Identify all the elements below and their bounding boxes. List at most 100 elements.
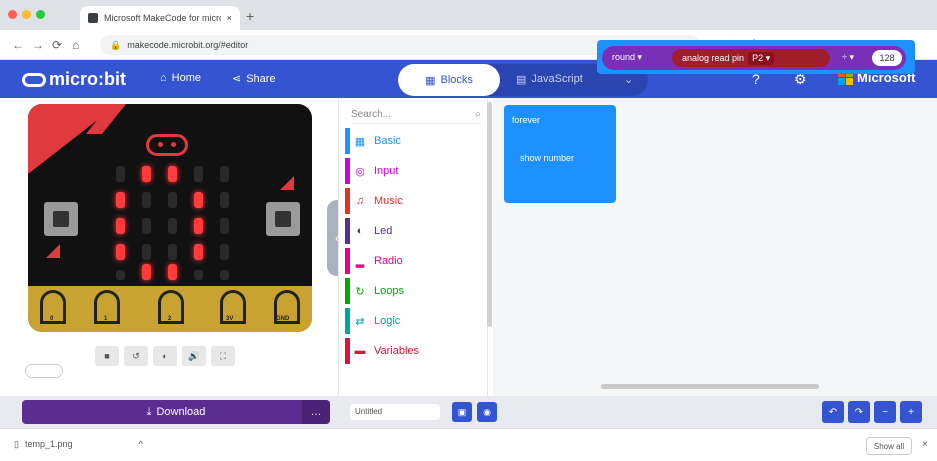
touch-logo-pad[interactable] — [146, 134, 188, 156]
share-label: Share — [246, 72, 276, 85]
language-dropdown-icon[interactable]: ⌄ — [624, 73, 633, 86]
download-button[interactable]: ⤓ Download … — [22, 400, 330, 424]
zoom-in-button[interactable]: + — [900, 401, 922, 423]
pin-label: 1 — [104, 316, 108, 322]
show-all-button[interactable]: Show all — [866, 437, 912, 455]
analog-read-block[interactable]: analog read pin P2 ▾ — [672, 49, 830, 67]
fullscreen-button[interactable]: ⛶ — [211, 346, 235, 366]
simulator-panel: 0 1 2 3V GND ■ ↺ ◐ 🔊 ⛶ — [0, 98, 338, 396]
category-label: Radio — [374, 255, 403, 267]
toolbox: Search... ⌕ ▦ Basic ◎ Input ♫ Music ◐ Led ▂ Radio… — [338, 98, 488, 396]
tab-close-icon[interactable]: × — [227, 13, 232, 23]
variables-icon: ▬ — [354, 345, 366, 357]
toolbox-category-music[interactable]: ♫ Music — [345, 188, 485, 214]
category-color-bar — [345, 218, 350, 244]
forever-label: forever — [512, 115, 541, 125]
simulator-toggle[interactable] — [25, 364, 63, 378]
math-divide-block[interactable]: round ▾ analog read pin P2 ▾ ÷ ▾ 128 — [602, 46, 906, 70]
number-input[interactable]: 128 — [872, 50, 902, 66]
restart-button[interactable]: ↺ — [124, 346, 148, 366]
blocks-label: Blocks — [440, 74, 473, 86]
toolbox-category-logic[interactable]: ⇄ Logic — [345, 308, 485, 334]
toolbox-scrollbar[interactable] — [487, 102, 492, 327]
blocks-icon: ▦ — [425, 74, 436, 87]
mute-button[interactable]: 🔊 — [182, 346, 206, 366]
share-icon: ⋖ — [232, 73, 242, 85]
logic-icon: ⇄ — [355, 315, 365, 328]
toolbox-category-loops[interactable]: ↻ Loops — [345, 278, 485, 304]
browser-tabstrip: Microsoft MakeCode for micro:bit × + — [0, 0, 937, 30]
blocks-tab[interactable]: ▦ Blocks — [398, 64, 500, 96]
zoom-out-button[interactable]: − — [874, 401, 896, 423]
category-label: Loops — [374, 285, 404, 297]
download-filename: temp_1.png — [24, 439, 73, 449]
toolbox-search-input[interactable]: Search... ⌕ — [351, 106, 481, 124]
save-icon[interactable]: ▣ — [452, 402, 472, 422]
minimize-window-dot[interactable] — [22, 10, 31, 19]
toolbox-category-variables[interactable]: ▬ Variables — [345, 338, 485, 364]
home-button[interactable]: ⌂ Home — [160, 72, 201, 84]
editor-bottom-bar: ⤓ Download … Untitled ▣ ◉ ↶ ↷ − + — [0, 396, 937, 428]
download-icon: ⤓ — [146, 405, 152, 418]
slowmo-button[interactable]: ◐ — [153, 346, 177, 366]
category-label: Variables — [374, 345, 420, 357]
toolbox-category-basic[interactable]: ▦ Basic — [345, 128, 485, 154]
undo-button[interactable]: ↶ — [822, 401, 844, 423]
github-icon[interactable]: ◉ — [477, 402, 497, 422]
home-icon: ⌂ — [160, 72, 167, 84]
pin-label: 3V — [226, 316, 234, 322]
category-label: Basic — [374, 135, 401, 147]
round-dropdown[interactable]: round ▾ — [612, 52, 642, 63]
download-more-button[interactable]: … — [302, 400, 330, 424]
close-window-dot[interactable] — [8, 10, 17, 19]
forward-button[interactable]: → — [32, 38, 44, 52]
project-name-field[interactable]: Untitled — [350, 404, 440, 420]
board-left-mark — [46, 244, 60, 258]
category-color-bar — [345, 128, 350, 154]
stop-button[interactable]: ■ — [95, 346, 119, 366]
reload-button[interactable]: ⟳ — [52, 38, 62, 52]
new-tab-button[interactable]: + — [246, 8, 254, 24]
maximize-window-dot[interactable] — [36, 10, 45, 19]
download-options-icon[interactable]: ^ — [139, 439, 143, 450]
download-item[interactable]: ▯ temp_1.png ^ — [14, 439, 143, 450]
edge-connector: 0 1 2 3V GND — [28, 286, 312, 332]
category-color-bar — [345, 338, 350, 364]
pin-label: 0 — [50, 316, 54, 322]
javascript-tab[interactable]: ▤ JavaScript — [516, 73, 583, 86]
home-nav-button[interactable]: ⌂ — [72, 38, 79, 52]
window-controls[interactable] — [8, 10, 45, 19]
file-icon: ▯ — [14, 439, 19, 449]
pin-dropdown[interactable]: P2 ▾ — [748, 51, 775, 65]
toolbox-category-input[interactable]: ◎ Input — [345, 158, 485, 184]
radio-icon: ▂ — [355, 255, 365, 268]
toolbox-category-radio[interactable]: ▂ Radio — [345, 248, 485, 274]
workspace-actions: ↶ ↷ − + — [822, 401, 922, 423]
button-b[interactable] — [266, 202, 300, 236]
browser-tab[interactable]: Microsoft MakeCode for micro:bit × — [80, 6, 240, 30]
operator-dropdown[interactable]: ÷ ▾ — [842, 52, 854, 63]
toolbox-category-led[interactable]: ◐ Led — [345, 218, 485, 244]
logo-text: micro:bit — [49, 69, 127, 89]
back-button[interactable]: ← — [12, 38, 24, 52]
blocks-workspace[interactable]: forever — [493, 98, 937, 396]
category-label: Input — [374, 165, 399, 177]
category-color-bar — [345, 248, 350, 274]
category-label: Logic — [374, 315, 401, 327]
show-number-label: show number — [520, 153, 575, 163]
share-button[interactable]: ⋖ Share — [232, 72, 276, 86]
close-shelf-button[interactable]: × — [922, 439, 928, 450]
board-right-mark — [280, 176, 294, 190]
analog-label: analog read pin — [682, 53, 745, 63]
microbit-logo-icon — [22, 72, 46, 87]
category-label: Music — [374, 195, 403, 207]
favicon-icon — [88, 13, 98, 23]
button-a[interactable] — [44, 202, 78, 236]
redo-button[interactable]: ↷ — [848, 401, 870, 423]
workspace-scrollbar[interactable] — [601, 384, 819, 389]
simulator-controls: ■ ↺ ◐ 🔊 ⛶ — [95, 346, 235, 366]
downloads-shelf: ▯ temp_1.png ^ Show all × — [0, 428, 937, 461]
basic-icon: ▦ — [354, 135, 366, 148]
microbit-logo[interactable]: micro:bit — [22, 69, 126, 90]
pin-label: GND — [276, 316, 290, 322]
